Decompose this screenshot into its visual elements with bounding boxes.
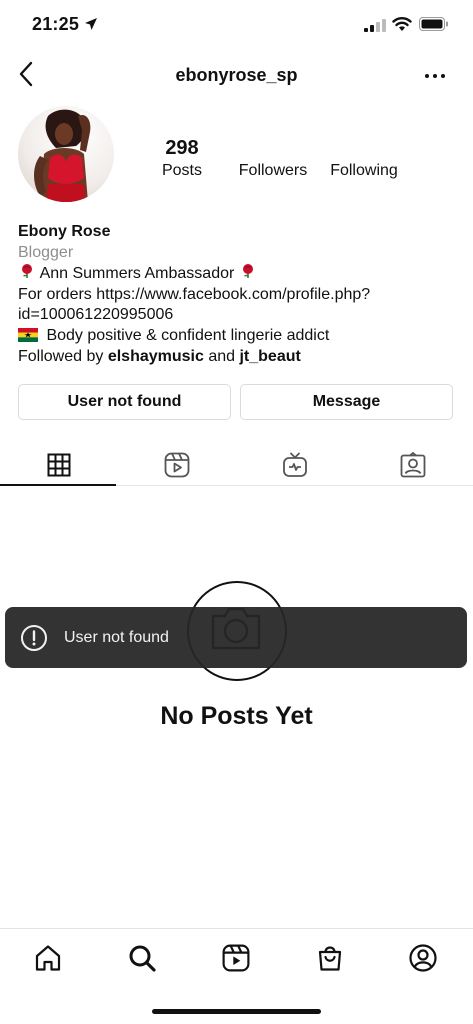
alert-circle-icon [21, 624, 47, 651]
igtv-icon [283, 452, 307, 477]
avatar-photo [18, 106, 114, 202]
toast-notification: User not found [5, 607, 467, 668]
profile-category: Blogger [18, 243, 74, 261]
profile-username: ebonyrose_sp [175, 65, 298, 85]
empty-state-title: No Posts Yet [160, 702, 313, 730]
location-arrow-icon [85, 18, 97, 30]
wifi-icon [392, 17, 412, 31]
bio-text-body-positive: Body positive & confident lingerie addic… [46, 326, 330, 344]
signal-icon [364, 19, 386, 32]
posts-label: Posts [161, 162, 202, 179]
nav-shop[interactable] [312, 940, 348, 976]
nav-home[interactable] [30, 940, 66, 976]
bio-text-ambassador: Ann Summers Ambassador [39, 265, 235, 283]
bio-line-ambassador: Ann Summers Ambassador [18, 263, 458, 285]
tab-active-indicator [0, 484, 116, 486]
reels-icon [222, 944, 250, 972]
followers-label: Followers [238, 162, 308, 179]
tab-grid[interactable] [0, 446, 118, 484]
profile-icon [409, 944, 437, 972]
avatar[interactable] [18, 106, 114, 202]
stat-followers[interactable]: Followers [234, 136, 312, 182]
followed-by: Followed by elshaymusic and jt_beaut [18, 347, 458, 368]
bio-line-orders[interactable]: For orders https://www.facebook.com/prof… [18, 285, 458, 306]
reels-icon [164, 452, 190, 478]
nav-profile[interactable] [405, 940, 441, 976]
ghana-flag-icon [18, 327, 38, 342]
following-label: Following [330, 162, 398, 179]
home-icon [35, 945, 61, 971]
rose-icon [242, 264, 253, 279]
followed-by-and: and [203, 347, 240, 365]
shop-icon [318, 946, 342, 971]
following-count [326, 136, 402, 160]
followed-by-user-1[interactable]: elshaymusic [108, 348, 204, 365]
profile-name: Ebony Rose [18, 223, 111, 240]
more-horizontal-icon[interactable] [424, 68, 446, 84]
posts-count: 298 [165, 137, 199, 159]
stat-posts: 298 Posts [156, 136, 208, 182]
nav-reels[interactable] [218, 940, 254, 976]
search-icon [129, 945, 156, 972]
stat-following[interactable]: Following [326, 136, 402, 182]
toast-message: User not found [64, 628, 169, 646]
battery-icon [419, 17, 448, 31]
bio-line-id[interactable]: id=100061220995006 [18, 305, 458, 326]
nav-search[interactable] [124, 940, 160, 976]
home-indicator[interactable] [152, 1009, 321, 1014]
bio-line-body-positive: Body positive & confident lingerie addic… [18, 326, 458, 347]
tab-igtv[interactable] [236, 446, 354, 484]
followers-count [234, 136, 312, 160]
status-time: 21:25 [32, 14, 80, 34]
tab-reels[interactable] [118, 446, 236, 484]
rose-icon [22, 264, 32, 279]
message-button[interactable]: Message [240, 384, 453, 420]
profile-bio: Ebony Rose Blogger Ann Summers Ambassado… [18, 222, 458, 367]
grid-icon [47, 453, 71, 477]
followed-by-user-2[interactable]: jt_beaut [239, 348, 300, 365]
tagged-icon [400, 452, 426, 478]
followed-by-prefix: Followed by [18, 347, 108, 365]
bottom-nav-divider [0, 928, 473, 929]
follow-button[interactable]: User not found [18, 384, 231, 420]
tab-tagged[interactable] [354, 446, 472, 484]
